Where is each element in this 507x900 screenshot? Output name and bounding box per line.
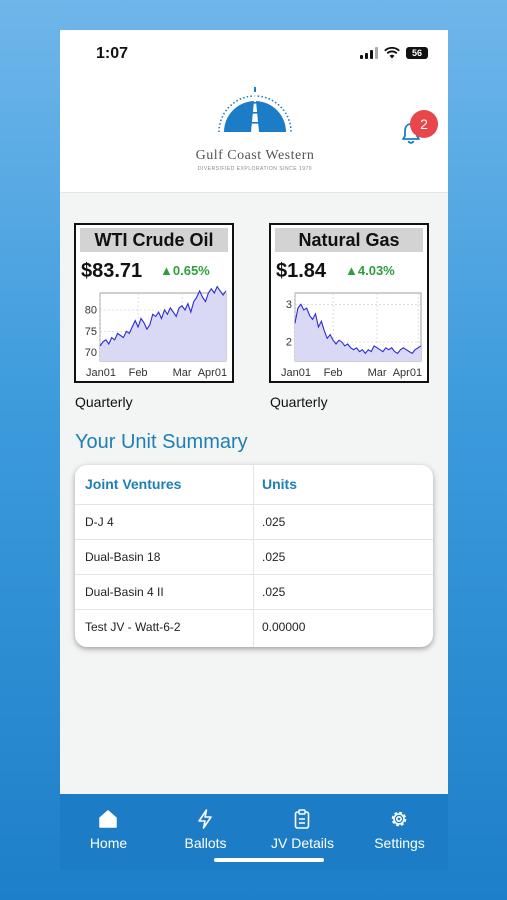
y-tick-label: 70 <box>85 347 97 359</box>
joint-venture-units: .025 <box>262 550 286 564</box>
tab-label: Settings <box>374 835 425 851</box>
phone-screen: 1:07 56 Gulf Coast Western DIVERSIFIED E… <box>60 30 448 870</box>
wti-price-chart: 70 75 80 Jan01 Feb Mar Apr01 <box>85 285 227 379</box>
natural-gas-price-card[interactable]: Natural Gas $1.84 ▲4.03% 2 3 Jan01 Feb Mar Ap… <box>269 223 429 383</box>
joint-venture-name: D-J 4 <box>85 515 114 529</box>
x-tick-label: Mar <box>368 367 387 379</box>
unit-summary-table: Joint Ventures Units D-J 4 .025 Dual-Bas… <box>75 465 433 647</box>
company-logo: Gulf Coast Western DIVERSIFIED EXPLORATI… <box>175 82 335 177</box>
x-tick-label: Apr01 <box>393 367 422 379</box>
status-bar: 1:07 56 <box>60 30 448 80</box>
tab-settings[interactable]: Settings <box>351 794 448 870</box>
signal-icon <box>360 47 378 59</box>
clipboard-icon <box>294 809 310 829</box>
table-row[interactable]: D-J 4 .025 <box>75 504 433 540</box>
company-tagline: DIVERSIFIED EXPLORATION SINCE 1970 <box>197 166 313 172</box>
table-row[interactable]: Dual-Basin 18 .025 <box>75 539 433 575</box>
x-tick-label: Jan01 <box>86 367 116 379</box>
wti-period-label: Quarterly <box>75 394 133 410</box>
y-tick-label: 3 <box>286 299 292 311</box>
joint-venture-units: 0.00000 <box>262 620 306 634</box>
y-tick-label: 80 <box>85 305 97 317</box>
commodity-price: $83.71 <box>81 260 143 282</box>
home-indicator <box>214 858 324 862</box>
joint-venture-units: .025 <box>262 515 286 529</box>
y-tick-label: 75 <box>85 326 97 338</box>
notification-badge[interactable]: 2 <box>410 110 438 138</box>
tab-label: JV Details <box>270 835 335 851</box>
column-header-joint-ventures: Joint Ventures <box>85 476 182 492</box>
x-tick-label: Jan01 <box>281 367 311 379</box>
commodity-price: $1.84 <box>276 260 327 282</box>
y-tick-label: 2 <box>286 337 292 349</box>
table-row[interactable]: Dual-Basin 4 II .025 <box>75 574 433 610</box>
status-icons: 56 <box>360 47 428 59</box>
x-tick-label: Mar <box>173 367 192 379</box>
lightning-icon <box>198 809 212 829</box>
company-name: Gulf Coast Western <box>195 148 315 163</box>
battery-icon: 56 <box>406 47 428 59</box>
home-icon <box>99 810 117 828</box>
natural-gas-period-label: Quarterly <box>270 394 328 410</box>
tab-home[interactable]: Home <box>60 794 157 870</box>
bottom-tab-bar: Home Ballots JV Details Settings <box>60 794 448 870</box>
joint-venture-units: .025 <box>262 585 286 599</box>
commodity-change: ▲4.03% <box>345 263 395 278</box>
logo-emblem <box>218 87 292 133</box>
x-tick-label: Feb <box>324 367 343 379</box>
unit-summary-title: Your Unit Summary <box>75 431 248 453</box>
app-header: Gulf Coast Western DIVERSIFIED EXPLORATI… <box>60 80 448 193</box>
joint-venture-name: Test JV - Watt-6-2 <box>85 620 181 634</box>
commodity-title: Natural Gas <box>275 228 423 252</box>
wifi-icon <box>384 47 400 59</box>
wti-price-card[interactable]: WTI Crude Oil $83.71 ▲0.65% 70 75 80 Jan01 F… <box>74 223 234 383</box>
tab-label: Ballots <box>184 835 227 851</box>
column-header-units: Units <box>262 476 297 492</box>
status-time: 1:07 <box>96 45 129 62</box>
natural-gas-price-chart: 2 3 Jan01 Feb Mar Apr01 <box>281 292 422 379</box>
table-row[interactable]: Test JV - Watt-6-2 0.00000 <box>75 609 433 645</box>
joint-venture-name: Dual-Basin 18 <box>85 550 161 564</box>
tab-label: Home <box>89 835 128 851</box>
joint-venture-name: Dual-Basin 4 II <box>85 585 164 599</box>
x-tick-label: Apr01 <box>198 367 227 379</box>
x-tick-label: Feb <box>129 367 148 379</box>
commodity-change: ▲0.65% <box>160 263 210 278</box>
gear-icon <box>391 811 407 827</box>
table-header-row: Joint Ventures Units <box>75 465 433 505</box>
commodity-title: WTI Crude Oil <box>80 228 228 252</box>
